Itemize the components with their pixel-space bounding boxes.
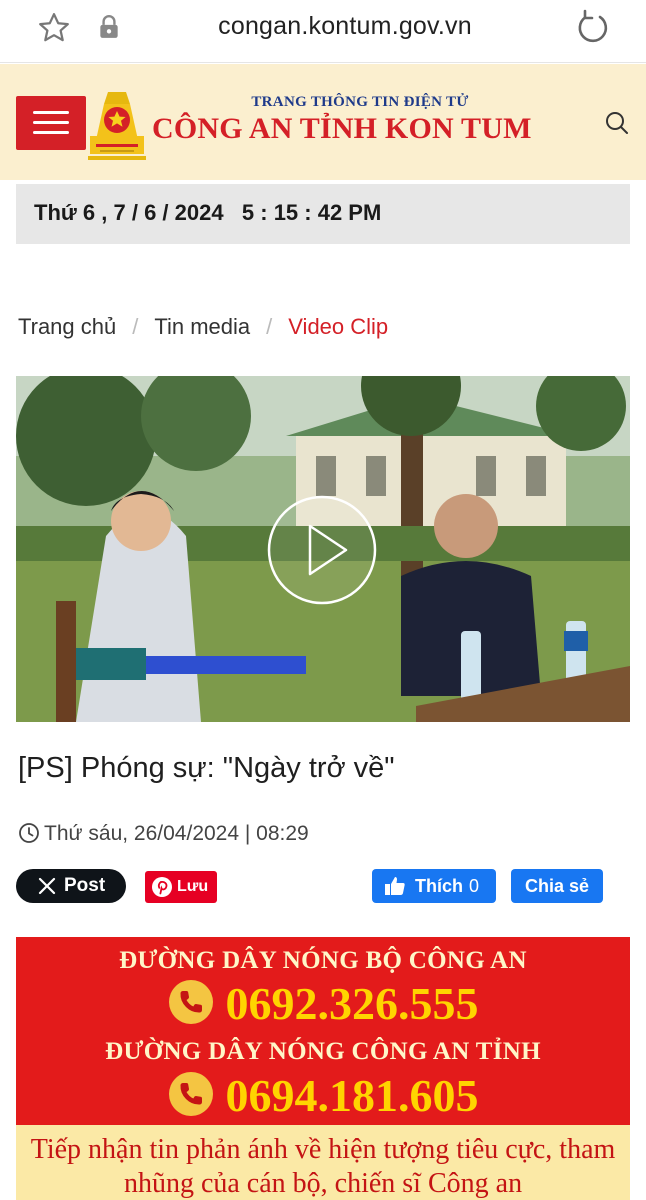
current-datetime: Thứ 6 , 7 / 6 / 2024 5 : 15 : 42 PM — [34, 200, 382, 225]
current-datetime-bar: Thứ 6 , 7 / 6 / 2024 5 : 15 : 42 PM — [16, 184, 630, 244]
ministry-hotline-label: ĐƯỜNG DÂY NÓNG BỘ CÔNG AN — [119, 947, 527, 974]
province-hotline-number: 0694.181.605 — [16, 1069, 630, 1122]
breadcrumb-separator: / — [266, 314, 273, 339]
breadcrumb-separator: / — [132, 314, 139, 339]
breadcrumb: Trang chủ / Tin media / Video Clip — [18, 314, 388, 340]
x-logo-icon — [38, 877, 56, 895]
ministry-hotline-number: 0692.326.555 — [16, 977, 630, 1030]
article-publish-time: Thứ sáu, 26/04/2024 | 08:29 — [18, 822, 309, 846]
facebook-share-button[interactable]: Chia sẻ — [511, 869, 603, 903]
phone-icon — [168, 980, 213, 1024]
lock-icon[interactable] — [98, 14, 120, 40]
video-player[interactable] — [16, 376, 630, 722]
reload-icon[interactable] — [572, 8, 612, 48]
site-header: TRANG THÔNG TIN ĐIỆN TỬ CÔNG AN TỈNH KON… — [0, 64, 646, 180]
site-title[interactable]: CÔNG AN TỈNH KON TUM — [152, 112, 572, 146]
province-hotline-label: ĐƯỜNG DÂY NÓNG CÔNG AN TỈNH — [105, 1038, 541, 1065]
hotline-banner[interactable]: ĐƯỜNG DÂY NÓNG BỘ CÔNG AN 0692.326.555 Đ… — [16, 937, 630, 1200]
bookmark-star-icon[interactable] — [36, 10, 72, 46]
clock-icon — [19, 823, 39, 843]
hamburger-menu-button[interactable] — [16, 96, 86, 150]
ministry-number-text: 0692.326.555 — [225, 978, 479, 1029]
publish-datetime: Thứ sáu, 26/04/2024 | 08:29 — [44, 822, 309, 845]
facebook-like-label: Thích — [415, 876, 463, 896]
thumbs-up-icon — [385, 877, 405, 895]
breadcrumb-current-link[interactable]: Video Clip — [288, 314, 388, 339]
province-number-text: 0694.181.605 — [225, 1070, 479, 1121]
x-post-button[interactable]: Post — [16, 869, 126, 903]
breadcrumb-section-link[interactable]: Tin media — [154, 314, 250, 339]
breadcrumb-home-link[interactable]: Trang chủ — [18, 314, 116, 339]
play-icon[interactable] — [266, 494, 378, 606]
facebook-like-count: 0 — [469, 876, 480, 896]
hotline-notice-text: Tiếp nhận tin phản ánh về hiện tượng tiê… — [30, 1134, 616, 1199]
pinterest-logo-icon — [152, 877, 172, 897]
hotline-notice-box: Tiếp nhận tin phản ánh về hiện tượng tiê… — [16, 1125, 630, 1200]
url-text[interactable]: congan.kontum.gov.vn — [150, 12, 540, 41]
police-emblem-logo[interactable] — [86, 84, 148, 162]
facebook-like-button[interactable]: Thích 0 — [372, 869, 496, 903]
search-icon[interactable] — [604, 110, 630, 136]
x-post-label: Post — [64, 875, 106, 896]
pinterest-save-button[interactable]: Lưu — [145, 871, 217, 903]
article-title: [PS] Phóng sự: "Ngày trở về" — [18, 752, 395, 784]
phone-icon — [168, 1072, 213, 1116]
pinterest-save-label: Lưu — [177, 878, 209, 895]
header-subtitle: TRANG THÔNG TIN ĐIỆN TỬ — [251, 94, 469, 110]
browser-url-bar: congan.kontum.gov.vn — [0, 0, 646, 63]
